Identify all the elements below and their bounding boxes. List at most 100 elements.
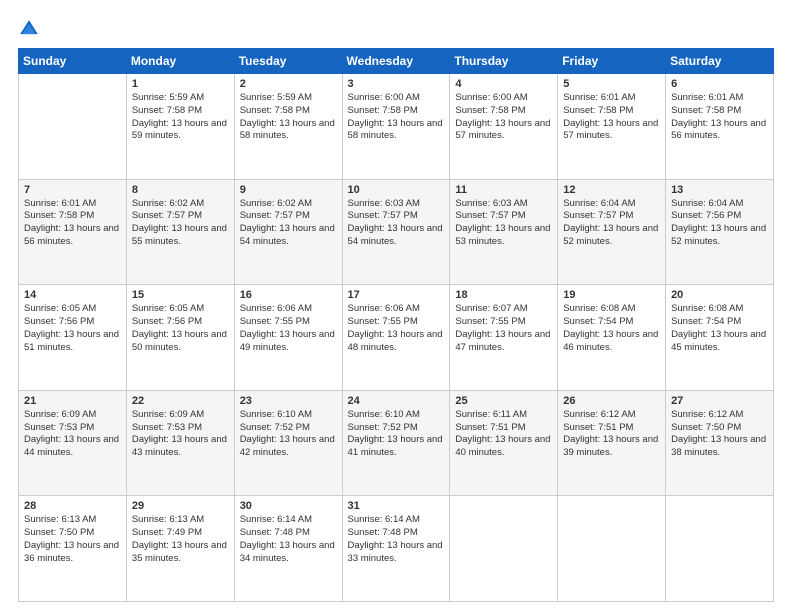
page: SundayMondayTuesdayWednesdayThursdayFrid… [0, 0, 792, 612]
cell-info: Sunrise: 6:14 AM Sunset: 7:48 PM Dayligh… [240, 514, 337, 565]
cell-info: Sunrise: 6:02 AM Sunset: 7:57 PM Dayligh… [240, 198, 337, 249]
day-number: 25 [455, 395, 552, 407]
calendar-cell [666, 496, 774, 602]
calendar-cell: 26 Sunrise: 6:12 AM Sunset: 7:51 PM Dayli… [558, 390, 666, 496]
day-number: 20 [671, 289, 768, 301]
calendar-cell: 2 Sunrise: 5:59 AM Sunset: 7:58 PM Daylig… [234, 74, 342, 180]
calendar-cell: 23Sunrise: 6:10 AM Sunset: 7:52 PM Dayli… [234, 390, 342, 496]
weekday-header-friday: Friday [558, 49, 666, 74]
day-number: 6 [671, 78, 768, 90]
cell-info: Sunrise: 6:06 AM Sunset: 7:55 PM Dayligh… [348, 303, 445, 354]
calendar-cell: 8 Sunrise: 6:02 AM Sunset: 7:57 PM Daylig… [126, 179, 234, 285]
calendar-cell [450, 496, 558, 602]
day-number: 31 [348, 500, 445, 512]
calendar-cell: 30 Sunrise: 6:14 AM Sunset: 7:48 PM Dayli… [234, 496, 342, 602]
week-row-0: 1 Sunrise: 5:59 AM Sunset: 7:58 PM Daylig… [19, 74, 774, 180]
day-number: 18 [455, 289, 552, 301]
weekday-header-sunday: Sunday [19, 49, 127, 74]
cell-info: Sunrise: 6:14 AM Sunset: 7:48 PM Dayligh… [348, 514, 445, 565]
calendar-cell: 17 Sunrise: 6:06 AM Sunset: 7:55 PM Dayli… [342, 285, 450, 391]
calendar-cell [19, 74, 127, 180]
calendar-cell: 22Sunrise: 6:09 AM Sunset: 7:53 PM Dayli… [126, 390, 234, 496]
day-number: 21 [24, 395, 121, 407]
day-number: 14 [24, 289, 121, 301]
calendar-cell: 11 Sunrise: 6:03 AM Sunset: 7:57 PM Dayli… [450, 179, 558, 285]
day-number: 3 [348, 78, 445, 90]
week-row-1: 7 Sunrise: 6:01 AM Sunset: 7:58 PM Daylig… [19, 179, 774, 285]
weekday-header-monday: Monday [126, 49, 234, 74]
weekday-header-wednesday: Wednesday [342, 49, 450, 74]
calendar-cell: 3Sunrise: 6:00 AM Sunset: 7:58 PM Daylig… [342, 74, 450, 180]
day-number: 28 [24, 500, 121, 512]
calendar-cell: 28 Sunrise: 6:13 AM Sunset: 7:50 PM Dayli… [19, 496, 127, 602]
cell-info: Sunrise: 6:01 AM Sunset: 7:58 PM Dayligh… [671, 92, 768, 143]
calendar-cell: 16Sunrise: 6:06 AM Sunset: 7:55 PM Dayli… [234, 285, 342, 391]
day-number: 5 [563, 78, 660, 90]
day-number: 9 [240, 184, 337, 196]
day-number: 19 [563, 289, 660, 301]
week-row-2: 14 Sunrise: 6:05 AM Sunset: 7:56 PM Dayli… [19, 285, 774, 391]
day-number: 27 [671, 395, 768, 407]
day-number: 15 [132, 289, 229, 301]
cell-info: Sunrise: 6:11 AM Sunset: 7:51 PM Dayligh… [455, 409, 552, 460]
logo-icon [18, 18, 40, 40]
calendar-cell: 10Sunrise: 6:03 AM Sunset: 7:57 PM Dayli… [342, 179, 450, 285]
calendar-cell: 19Sunrise: 6:08 AM Sunset: 7:54 PM Dayli… [558, 285, 666, 391]
cell-info: Sunrise: 6:10 AM Sunset: 7:52 PM Dayligh… [348, 409, 445, 460]
cell-info: Sunrise: 6:03 AM Sunset: 7:57 PM Dayligh… [348, 198, 445, 249]
calendar-cell: 20 Sunrise: 6:08 AM Sunset: 7:54 PM Dayli… [666, 285, 774, 391]
cell-info: Sunrise: 5:59 AM Sunset: 7:58 PM Dayligh… [240, 92, 337, 143]
day-number: 22 [132, 395, 229, 407]
cell-info: Sunrise: 6:10 AM Sunset: 7:52 PM Dayligh… [240, 409, 337, 460]
weekday-header-saturday: Saturday [666, 49, 774, 74]
calendar-cell: 27 Sunrise: 6:12 AM Sunset: 7:50 PM Dayli… [666, 390, 774, 496]
day-number: 29 [132, 500, 229, 512]
logo [18, 18, 42, 40]
day-number: 30 [240, 500, 337, 512]
cell-info: Sunrise: 6:09 AM Sunset: 7:53 PM Dayligh… [24, 409, 121, 460]
cell-info: Sunrise: 6:12 AM Sunset: 7:51 PM Dayligh… [563, 409, 660, 460]
cell-info: Sunrise: 6:06 AM Sunset: 7:55 PM Dayligh… [240, 303, 337, 354]
cell-info: Sunrise: 6:02 AM Sunset: 7:57 PM Dayligh… [132, 198, 229, 249]
calendar-cell: 25 Sunrise: 6:11 AM Sunset: 7:51 PM Dayli… [450, 390, 558, 496]
day-number: 11 [455, 184, 552, 196]
day-number: 2 [240, 78, 337, 90]
calendar-cell: 15 Sunrise: 6:05 AM Sunset: 7:56 PM Dayli… [126, 285, 234, 391]
day-number: 26 [563, 395, 660, 407]
calendar-cell: 5Sunrise: 6:01 AM Sunset: 7:58 PM Daylig… [558, 74, 666, 180]
calendar-cell: 7 Sunrise: 6:01 AM Sunset: 7:58 PM Daylig… [19, 179, 127, 285]
cell-info: Sunrise: 6:07 AM Sunset: 7:55 PM Dayligh… [455, 303, 552, 354]
calendar-cell [558, 496, 666, 602]
day-number: 17 [348, 289, 445, 301]
header [18, 18, 774, 40]
day-number: 13 [671, 184, 768, 196]
calendar-cell: 14 Sunrise: 6:05 AM Sunset: 7:56 PM Dayli… [19, 285, 127, 391]
cell-info: Sunrise: 6:04 AM Sunset: 7:57 PM Dayligh… [563, 198, 660, 249]
day-number: 12 [563, 184, 660, 196]
calendar-cell: 4 Sunrise: 6:00 AM Sunset: 7:58 PM Daylig… [450, 74, 558, 180]
day-number: 4 [455, 78, 552, 90]
calendar-cell: 6 Sunrise: 6:01 AM Sunset: 7:58 PM Daylig… [666, 74, 774, 180]
day-number: 8 [132, 184, 229, 196]
cell-info: Sunrise: 6:00 AM Sunset: 7:58 PM Dayligh… [455, 92, 552, 143]
calendar-cell: 18 Sunrise: 6:07 AM Sunset: 7:55 PM Dayli… [450, 285, 558, 391]
cell-info: Sunrise: 6:13 AM Sunset: 7:49 PM Dayligh… [132, 514, 229, 565]
cell-info: Sunrise: 6:12 AM Sunset: 7:50 PM Dayligh… [671, 409, 768, 460]
day-number: 1 [132, 78, 229, 90]
cell-info: Sunrise: 5:59 AM Sunset: 7:58 PM Dayligh… [132, 92, 229, 143]
weekday-header-tuesday: Tuesday [234, 49, 342, 74]
cell-info: Sunrise: 6:05 AM Sunset: 7:56 PM Dayligh… [132, 303, 229, 354]
cell-info: Sunrise: 6:05 AM Sunset: 7:56 PM Dayligh… [24, 303, 121, 354]
cell-info: Sunrise: 6:03 AM Sunset: 7:57 PM Dayligh… [455, 198, 552, 249]
calendar-cell: 13Sunrise: 6:04 AM Sunset: 7:56 PM Dayli… [666, 179, 774, 285]
calendar-cell: 12 Sunrise: 6:04 AM Sunset: 7:57 PM Dayli… [558, 179, 666, 285]
day-number: 24 [348, 395, 445, 407]
week-row-3: 21 Sunrise: 6:09 AM Sunset: 7:53 PM Dayli… [19, 390, 774, 496]
calendar-table: SundayMondayTuesdayWednesdayThursdayFrid… [18, 48, 774, 602]
weekday-header-thursday: Thursday [450, 49, 558, 74]
cell-info: Sunrise: 6:08 AM Sunset: 7:54 PM Dayligh… [671, 303, 768, 354]
week-row-4: 28 Sunrise: 6:13 AM Sunset: 7:50 PM Dayli… [19, 496, 774, 602]
day-number: 7 [24, 184, 121, 196]
cell-info: Sunrise: 6:13 AM Sunset: 7:50 PM Dayligh… [24, 514, 121, 565]
cell-info: Sunrise: 6:01 AM Sunset: 7:58 PM Dayligh… [24, 198, 121, 249]
